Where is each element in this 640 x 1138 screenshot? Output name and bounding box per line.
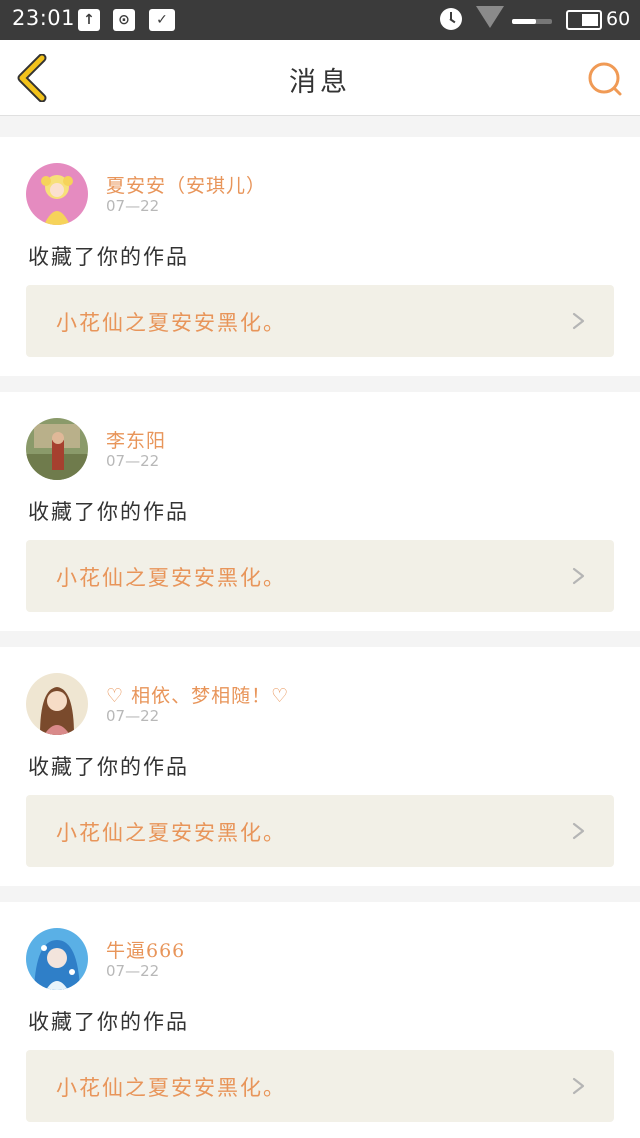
message-card: 夏安安（安琪儿） 07—22 收藏了你的作品 小花仙之夏安安黑化。	[0, 137, 640, 376]
battery-level: 60	[606, 8, 631, 30]
message-card: 李东阳 07—22 收藏了你的作品 小花仙之夏安安黑化。	[0, 392, 640, 631]
chevron-right-icon	[572, 1077, 585, 1095]
message-date: 07—22	[106, 962, 160, 980]
message-card: ♡ 相依、梦相随！♡ 07—22 收藏了你的作品 小花仙之夏安安黑化。	[0, 647, 640, 886]
signal-icon	[512, 19, 552, 24]
message-text: 收藏了你的作品	[28, 755, 189, 779]
battery-icon	[566, 10, 602, 30]
username[interactable]: ♡ 相依、梦相随！♡	[106, 681, 289, 708]
avatar[interactable]	[26, 673, 88, 735]
chevron-right-icon	[572, 567, 585, 585]
status-time: 23:01	[12, 6, 76, 30]
chevron-right-icon	[572, 312, 585, 330]
work-title: 小花仙之夏安安黑化。	[56, 566, 286, 590]
message-date: 07—22	[106, 197, 160, 215]
username[interactable]: 李东阳	[106, 426, 166, 453]
avatar[interactable]	[26, 163, 88, 225]
work-link[interactable]: 小花仙之夏安安黑化。	[26, 1050, 614, 1122]
message-date: 07—22	[106, 707, 160, 725]
work-link[interactable]: 小花仙之夏安安黑化。	[26, 795, 614, 867]
app-header: 消息	[0, 40, 640, 116]
message-text: 收藏了你的作品	[28, 1010, 189, 1034]
work-title: 小花仙之夏安安黑化。	[56, 821, 286, 845]
status-bar: 23:01 ↑ ⊙ ✓ 60	[0, 0, 640, 40]
hotspot-icon: ⊙	[113, 9, 135, 31]
work-title: 小花仙之夏安安黑化。	[56, 1076, 286, 1100]
message-card: 牛逼666 07—22 收藏了你的作品 小花仙之夏安安黑化。	[0, 902, 640, 1138]
message-text: 收藏了你的作品	[28, 500, 189, 524]
work-link[interactable]: 小花仙之夏安安黑化。	[26, 540, 614, 612]
upload-icon: ↑	[78, 9, 100, 31]
search-button[interactable]	[586, 60, 624, 98]
screenshot-icon: ✓	[149, 9, 175, 31]
search-icon	[588, 62, 622, 96]
work-link[interactable]: 小花仙之夏安安黑化。	[26, 285, 614, 357]
avatar[interactable]	[26, 418, 88, 480]
username[interactable]: 夏安安（安琪儿）	[106, 171, 266, 198]
chevron-right-icon	[572, 822, 585, 840]
message-date: 07—22	[106, 452, 160, 470]
wifi-icon	[476, 6, 504, 28]
page-title: 消息	[289, 67, 351, 98]
avatar[interactable]	[26, 928, 88, 990]
alarm-icon	[440, 8, 462, 30]
work-title: 小花仙之夏安安黑化。	[56, 311, 286, 335]
message-text: 收藏了你的作品	[28, 245, 189, 269]
username[interactable]: 牛逼666	[106, 936, 185, 963]
